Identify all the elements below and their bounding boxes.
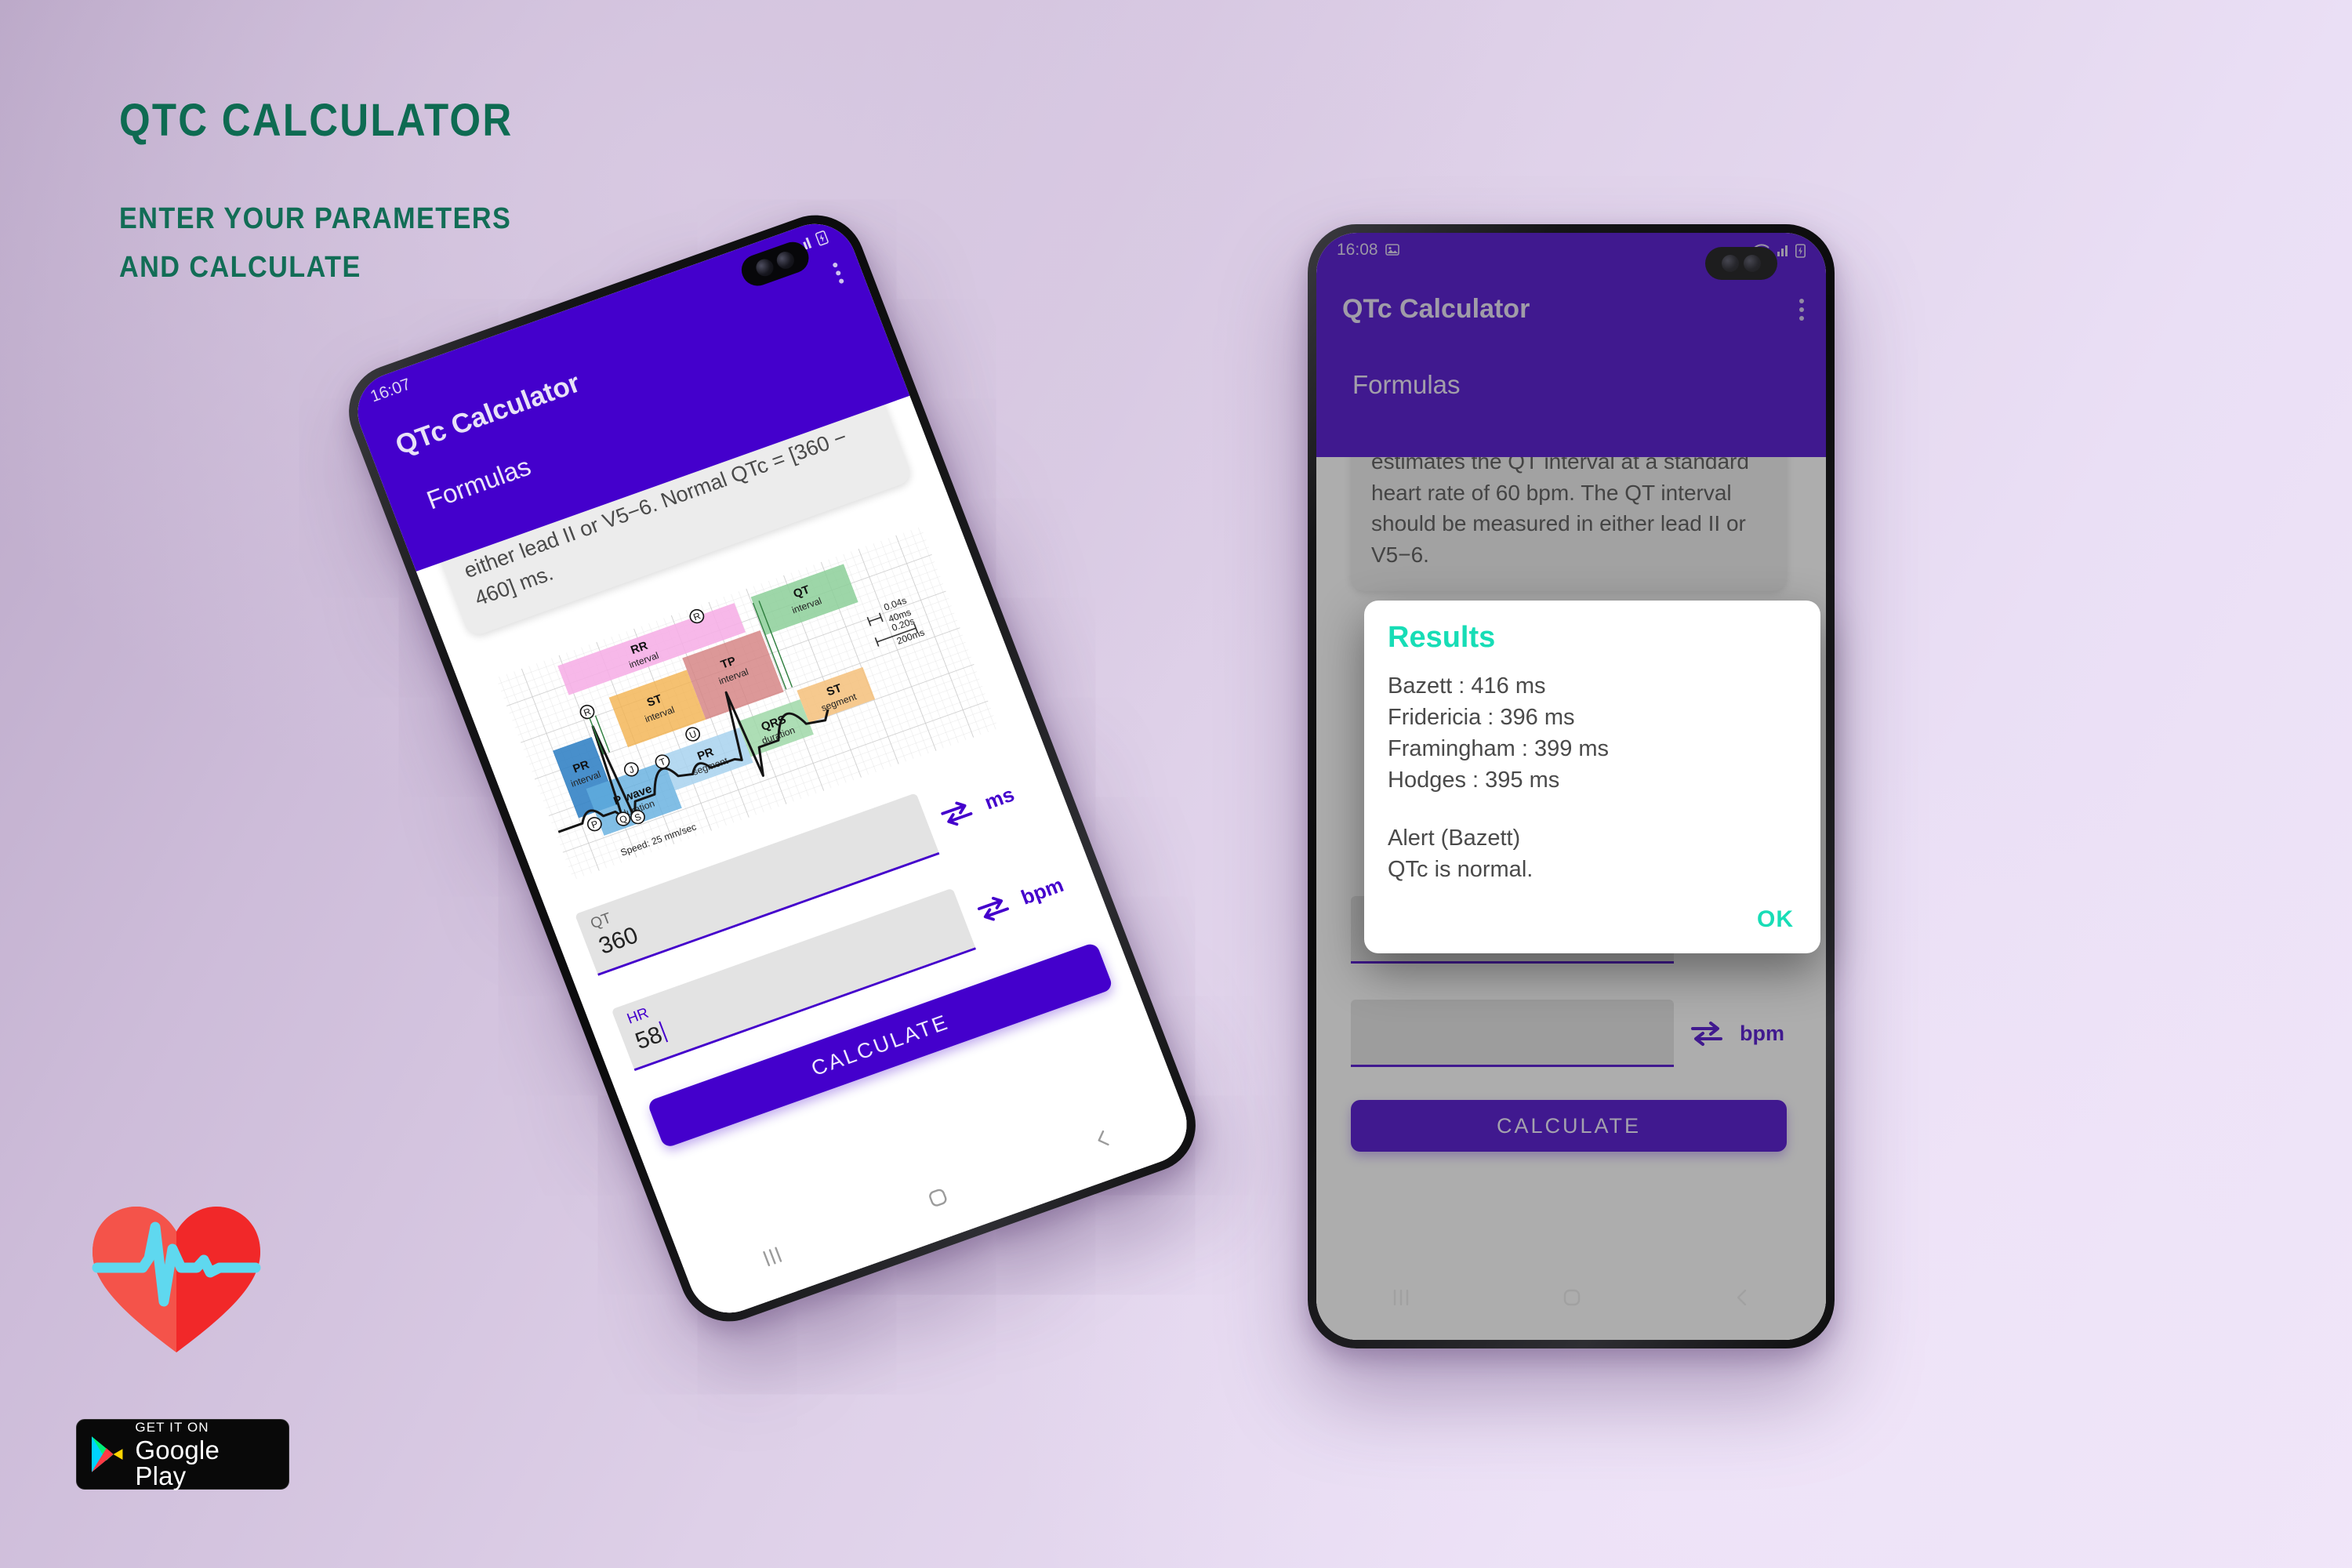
results-dialog: Results Bazett : 416 ms Fridericia : 396… xyxy=(1364,601,1820,953)
back-icon[interactable] xyxy=(1088,1125,1116,1153)
google-play-icon xyxy=(91,1436,123,1472)
result-fridericia: Fridericia : 396 ms xyxy=(1388,705,1575,731)
qt-unit-left: ms xyxy=(981,782,1018,814)
home-icon[interactable] xyxy=(922,1182,954,1213)
app-subtitle-left: Formulas xyxy=(423,451,535,515)
battery-charging-icon xyxy=(815,230,829,245)
badge-get-it-on: GET IT ON xyxy=(135,1419,209,1435)
promo-subtitle-line-1: ENTER YOUR PARAMETERS xyxy=(119,202,512,235)
alert-text: QTc is normal. xyxy=(1388,857,1534,883)
badge-store-name: Google Play xyxy=(135,1435,220,1490)
page-title: QTC CALCULATOR xyxy=(119,95,514,146)
result-framingham: Framingham : 399 ms xyxy=(1388,736,1610,762)
recents-icon[interactable] xyxy=(757,1243,787,1271)
app-logo xyxy=(86,1196,267,1360)
promo-header: QTC CALCULATOR ENTER YOUR PARAMETERS AND… xyxy=(119,94,567,292)
status-time-left: 16:07 xyxy=(368,375,414,406)
phone-mockup-left: 16:07 QTc Calculator Formulas either lea… xyxy=(334,201,1210,1335)
google-play-badge[interactable]: GET IT ON Google Play xyxy=(76,1419,289,1490)
swap-horizontal-icon[interactable] xyxy=(937,796,977,830)
dialog-spacer xyxy=(1388,796,1797,822)
alert-title: Alert (Bazett) xyxy=(1388,826,1521,851)
content-area-left: The corrected QT interval (QTc) estimate… xyxy=(405,309,1199,1324)
hr-unit-left: bpm xyxy=(1017,872,1067,909)
result-hodges: Hodges : 395 ms xyxy=(1388,768,1560,793)
results-dialog-title: Results xyxy=(1388,621,1496,654)
promo-subtitle-line-2: AND CALCULATE xyxy=(119,250,361,284)
swap-horizontal-icon[interactable] xyxy=(973,891,1013,926)
phone-left-screen: 16:07 QTc Calculator Formulas either lea… xyxy=(346,212,1199,1324)
promo-subtitle: ENTER YOUR PARAMETERS AND CALCULATE xyxy=(119,195,522,292)
heart-pulse-icon xyxy=(92,1207,261,1352)
more-vert-icon[interactable] xyxy=(832,262,845,285)
dialog-ok-button[interactable]: OK xyxy=(1757,906,1794,933)
result-bazett: Bazett : 416 ms xyxy=(1388,673,1546,699)
